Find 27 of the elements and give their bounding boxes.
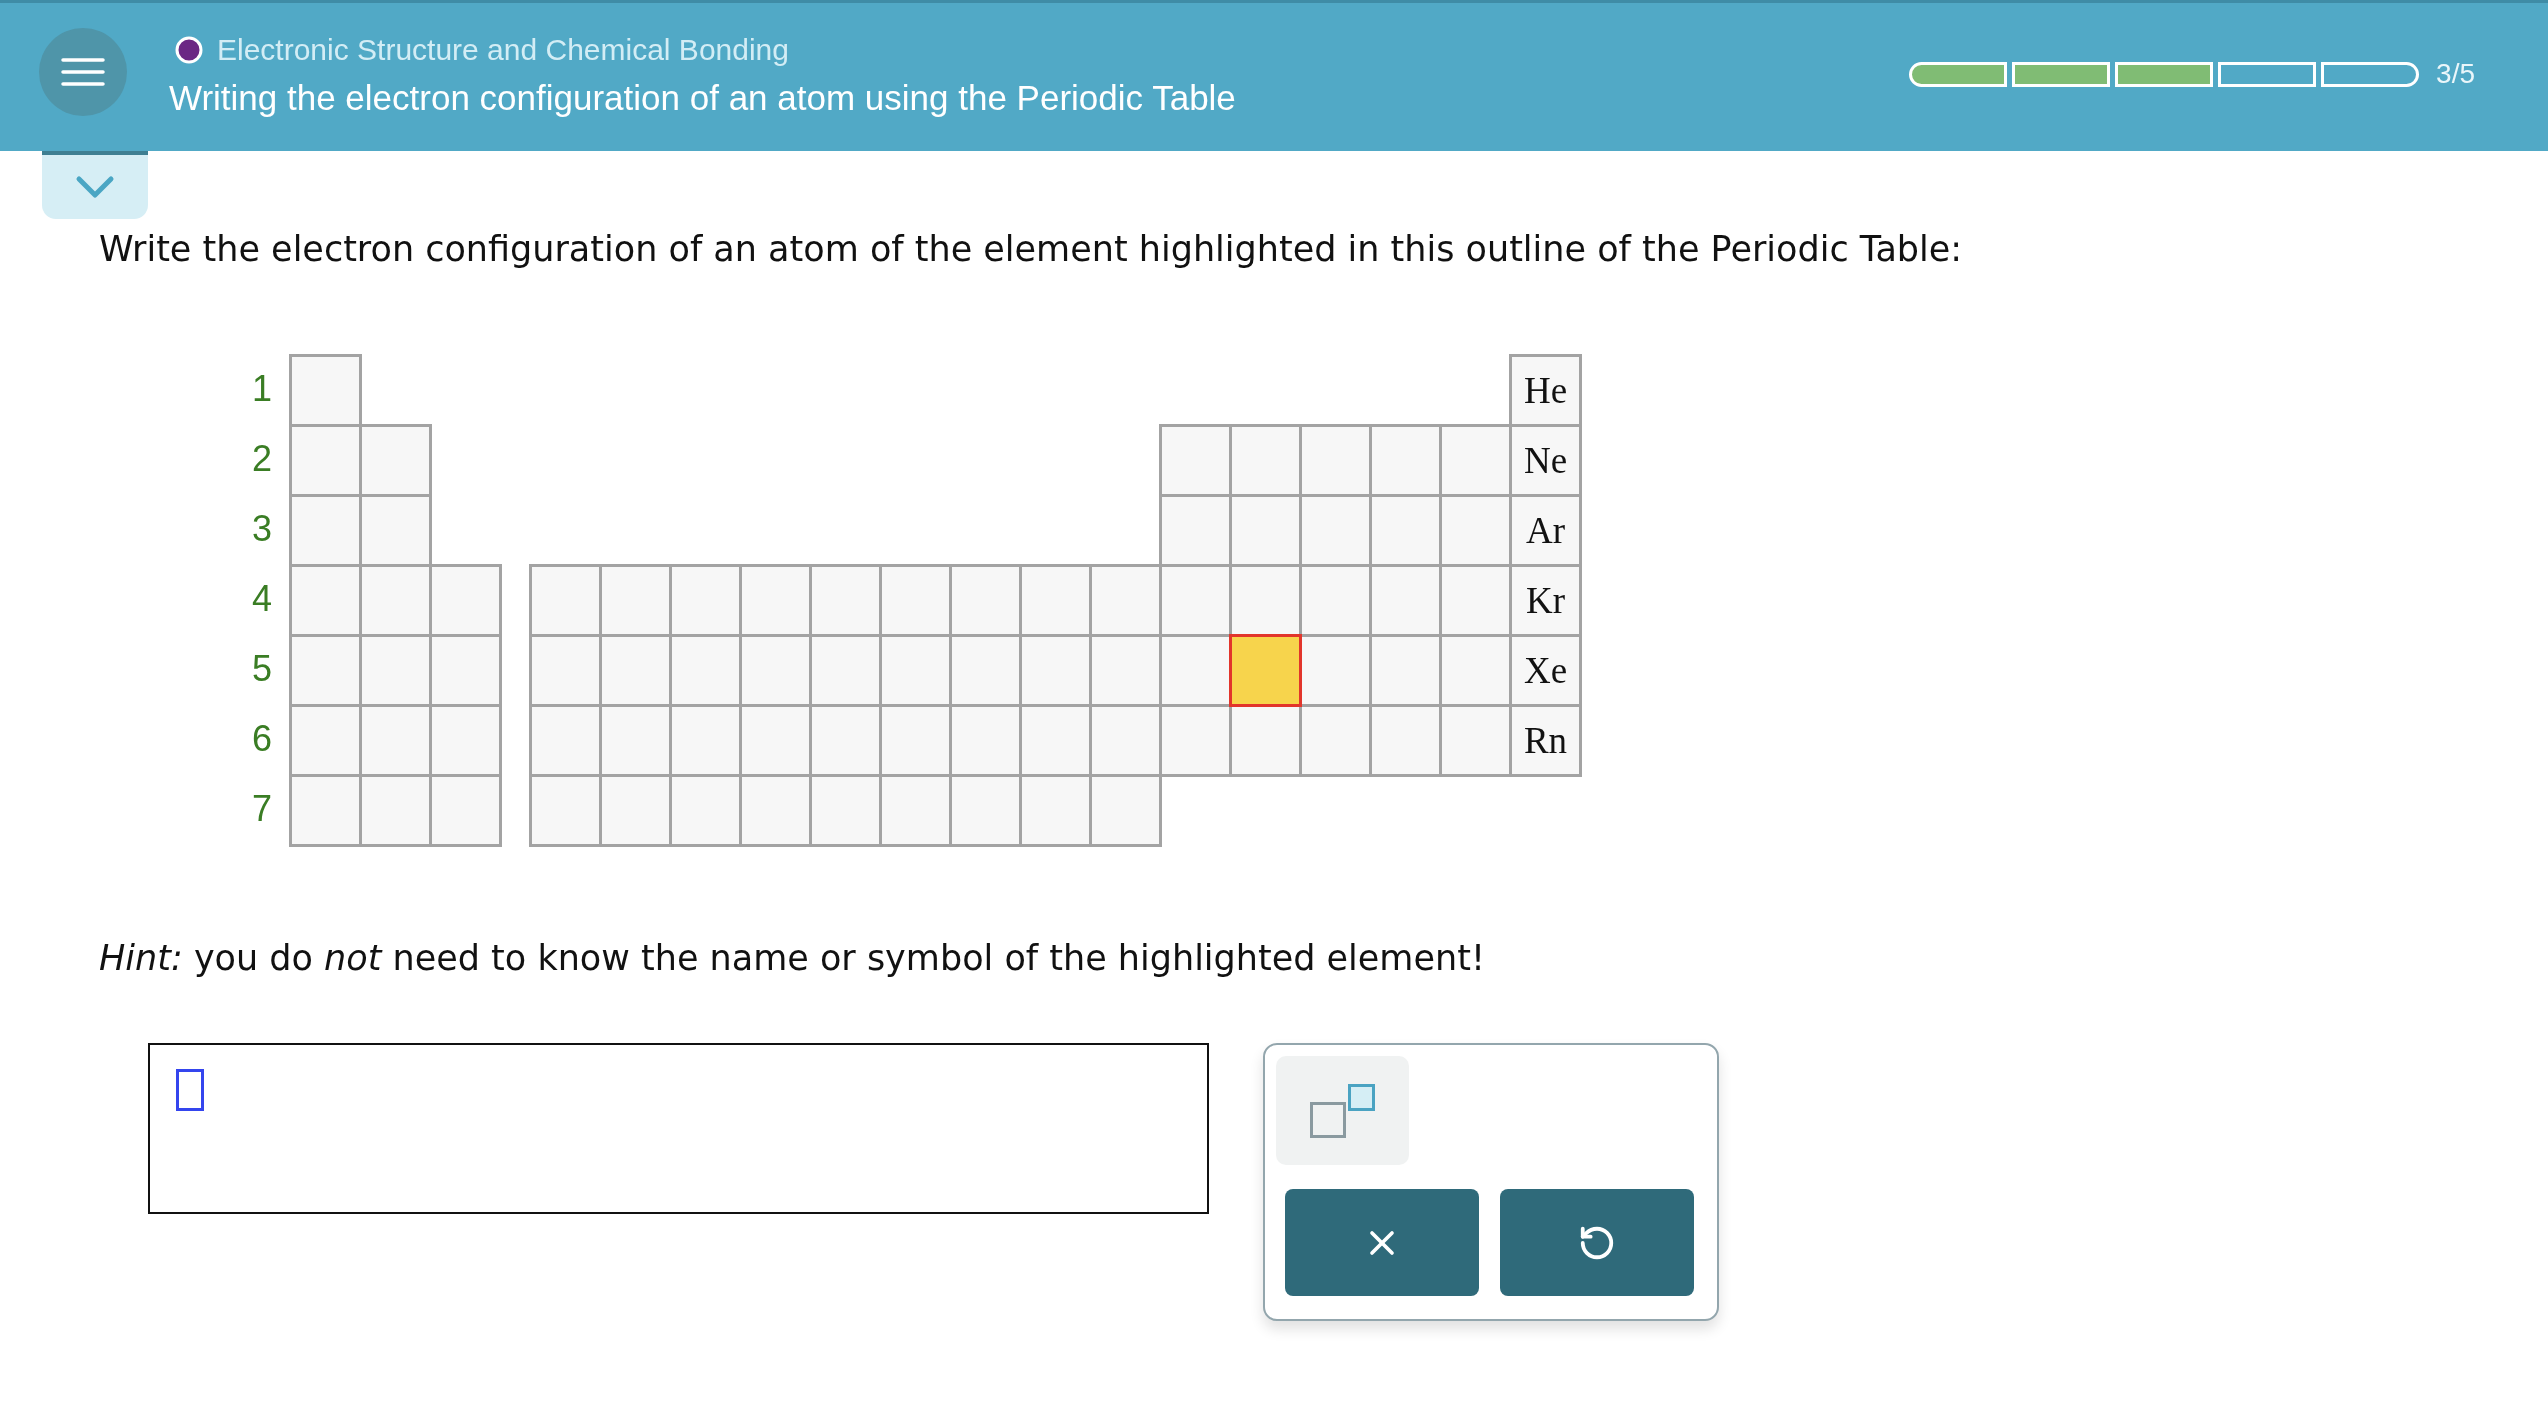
menu-icon [61,57,105,87]
element-cell: He [1509,354,1582,427]
superscript-button[interactable] [1276,1056,1409,1165]
lesson-title: Writing the electron configuration of an atom using the Periodic Table [169,78,1236,118]
superscript-icon [1309,1083,1376,1138]
collapse-button[interactable] [42,151,148,219]
empty-slot-icon [176,1069,204,1111]
period-label: 1 [251,369,272,409]
element-cell: Ar [1509,494,1582,567]
period-label: 2 [251,439,272,479]
undo-button[interactable] [1500,1189,1694,1296]
topic-dot-icon [175,36,203,64]
period-label: 4 [251,579,272,619]
period-label: 6 [251,719,272,759]
element-cell: Xe [1509,634,1582,707]
element-cell: Rn [1509,704,1582,777]
hint-text: Hint: you do not need to know the name or symbol of the highlighted element! [99,937,1485,979]
answer-input-field[interactable] [148,1043,1209,1214]
question-prompt: Write the electron configuration of an atom of the element highlighted in this outline of the Periodic Table: [99,228,1963,270]
chevron-down-icon [75,175,115,199]
period-label: 3 [251,509,272,549]
period-label: 5 [251,649,272,689]
element-cell: Ne [1509,424,1582,497]
topic-category: Electronic Structure and Chemical Bonding [217,32,789,68]
period-label: 7 [251,789,272,829]
progress-count: 3/5 [2436,58,2475,90]
element-cell: Kr [1509,564,1582,637]
